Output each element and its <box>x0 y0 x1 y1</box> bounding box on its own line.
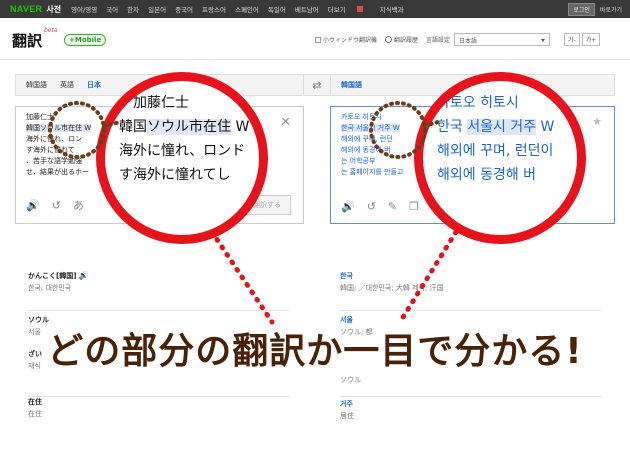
dict-definition: 在住 <box>28 410 42 418</box>
magnifier-left: 加藤仁士 韓国ソウル市在住 W 海外に憧れ、ロンド す海外に憧れてし <box>96 72 268 244</box>
nav-more-label: 더보기 <box>327 6 346 14</box>
clear-text-icon[interactable]: ✕ <box>280 115 291 130</box>
copy-icon[interactable]: ❐ <box>409 200 419 213</box>
page-title: 翻訳 <box>12 32 43 50</box>
history-link[interactable]: 翻訳履歴 <box>394 35 418 44</box>
more-badge-icon <box>356 6 363 12</box>
language-setting-label: 言語設定 <box>426 37 451 44</box>
magnified-line: す海外に憧れてし <box>119 167 231 183</box>
small-window-link[interactable]: 小ウィンドウ翻訳機 <box>323 35 377 44</box>
magnified-line: 해외에 동경해 버 <box>437 167 537 183</box>
edit-icon[interactable]: ✎ <box>388 200 397 213</box>
dict-headword[interactable]: 한국 <box>340 270 600 282</box>
target-line-highlight: 한국 서울시 거주 W <box>341 124 400 132</box>
login-button[interactable]: 로그인 <box>568 3 595 16</box>
magnified-highlight: ソウル市在住 <box>147 119 231 135</box>
refresh-icon[interactable]: ↺ <box>52 199 61 212</box>
beta-label: beta <box>44 27 58 34</box>
nav-link-english[interactable]: 영어/영영 <box>71 4 97 14</box>
magnified-line: 海外に憧れ、ロンド <box>119 143 246 159</box>
speaker-icon[interactable]: 🔊 <box>26 199 40 212</box>
header-options: 小ウィンドウ翻訳機 翻訳履歴 言語設定 日本語 가- 가+ <box>315 33 601 46</box>
font-increase-button[interactable]: 가+ <box>581 33 601 46</box>
magnified-highlight: 서울시 거주 <box>467 119 537 135</box>
dict-headword[interactable]: 거주 <box>340 398 600 410</box>
speaker-icon[interactable]: 🔊 <box>79 271 89 280</box>
swap-language-icon[interactable]: ⇄ <box>304 74 330 96</box>
global-nav-bar: NAVER 사전 영어/영영 국어 한자 일본어 중국어 프랑스어 스페인어 독… <box>0 0 630 18</box>
magnifier-right: 카토오 히토시 한국 서울시 거주 W 해외에 꾸며, 런던이 해외에 동경해 … <box>414 72 586 244</box>
refresh-icon[interactable]: ↺ <box>367 200 376 213</box>
divider <box>340 396 602 397</box>
service-name[interactable]: 사전 <box>46 4 61 15</box>
speaker-icon[interactable]: 🔊 <box>341 200 355 213</box>
dict-definition: 韓国; ／대한민국; 大韓 제국; 汗国 <box>340 284 444 292</box>
nav-link-chinese[interactable]: 중국어 <box>175 4 193 14</box>
dict-definition: ソウル <box>340 376 361 384</box>
magnified-target: 카토오 히토시 한국 서울시 거주 W 해외에 꾸며, 런던이 해외에 동경해 … <box>423 81 577 235</box>
nav-link-spanish[interactable]: 스페인어 <box>235 4 259 14</box>
magnified-source: 加藤仁士 韓国ソウル市在住 W 海外に憧れ、ロンド す海外に憧れてし <box>105 81 259 235</box>
dict-entry: かんこく[韓国] 🔊 <box>28 270 288 282</box>
tab-korean[interactable]: 韓国語 <box>26 80 47 90</box>
nav-link-hanja[interactable]: 한자 <box>127 4 139 14</box>
language-select[interactable]: 日本語 <box>454 33 551 46</box>
page-header: 翻訳 beta +Mobile 小ウィンドウ翻訳機 翻訳履歴 言語設定 日本語 … <box>0 18 630 60</box>
shortcut-link[interactable]: 바로가기 <box>600 5 622 14</box>
target-tools: 🔊 ↺ ✎ ❐ <box>341 200 431 213</box>
tab-english[interactable]: 英語 <box>60 80 74 90</box>
divider <box>28 310 290 311</box>
hiragana-icon[interactable]: あ <box>73 197 84 213</box>
dict-definition: 居住 <box>340 412 354 420</box>
promo-banner-text: どの部分の翻訳か一目で分かる! <box>47 331 583 372</box>
favorite-star-icon[interactable]: ★ <box>592 115 602 128</box>
magnified-line: 카토오 히토시 <box>437 95 519 111</box>
divider <box>28 396 290 397</box>
magnified-line: 해외에 꾸며, 런던이 <box>437 143 554 159</box>
global-nav-links: 영어/영영 국어 한자 일본어 중국어 프랑스어 스페인어 독일어 베트남어 더… <box>71 4 413 14</box>
source-line-highlight: 韓国ソウル市在住 W <box>26 124 92 132</box>
naver-logo[interactable]: NAVER <box>10 4 42 14</box>
nav-link-encyclopedia[interactable]: 지식백과 <box>380 4 404 14</box>
magnified-line: 韓国ソウル市在住 W <box>119 119 250 135</box>
magnified-line: 加藤仁士 <box>133 95 189 111</box>
nav-link-french[interactable]: 프랑스어 <box>202 4 226 14</box>
dict-headword[interactable]: 在住 <box>28 396 288 408</box>
source-tools: 🔊 ↺ あ <box>26 197 96 213</box>
checkbox-icon[interactable] <box>315 36 321 43</box>
nav-more-button[interactable]: 더보기 <box>328 4 363 14</box>
magnified-line: 한국 서울시 거주 W <box>437 119 555 135</box>
divider <box>340 310 602 311</box>
dict-headword[interactable]: かんこく[韓国] <box>28 272 76 280</box>
top-right-tools: 로그인 바로가기 <box>568 3 622 16</box>
plus-mobile-button[interactable]: +Mobile <box>64 34 107 46</box>
nav-link-vietnamese[interactable]: 베트남어 <box>295 4 319 14</box>
clock-icon <box>385 36 393 43</box>
tab-japanese[interactable]: 日本 <box>87 80 101 90</box>
dict-definition: 한국; 대한민국 <box>28 284 72 292</box>
nav-link-japanese[interactable]: 일본어 <box>148 4 166 14</box>
nav-link-german[interactable]: 독일어 <box>268 4 286 14</box>
font-decrease-button[interactable]: 가- <box>564 33 580 46</box>
nav-link-korean[interactable]: 국어 <box>106 4 118 14</box>
